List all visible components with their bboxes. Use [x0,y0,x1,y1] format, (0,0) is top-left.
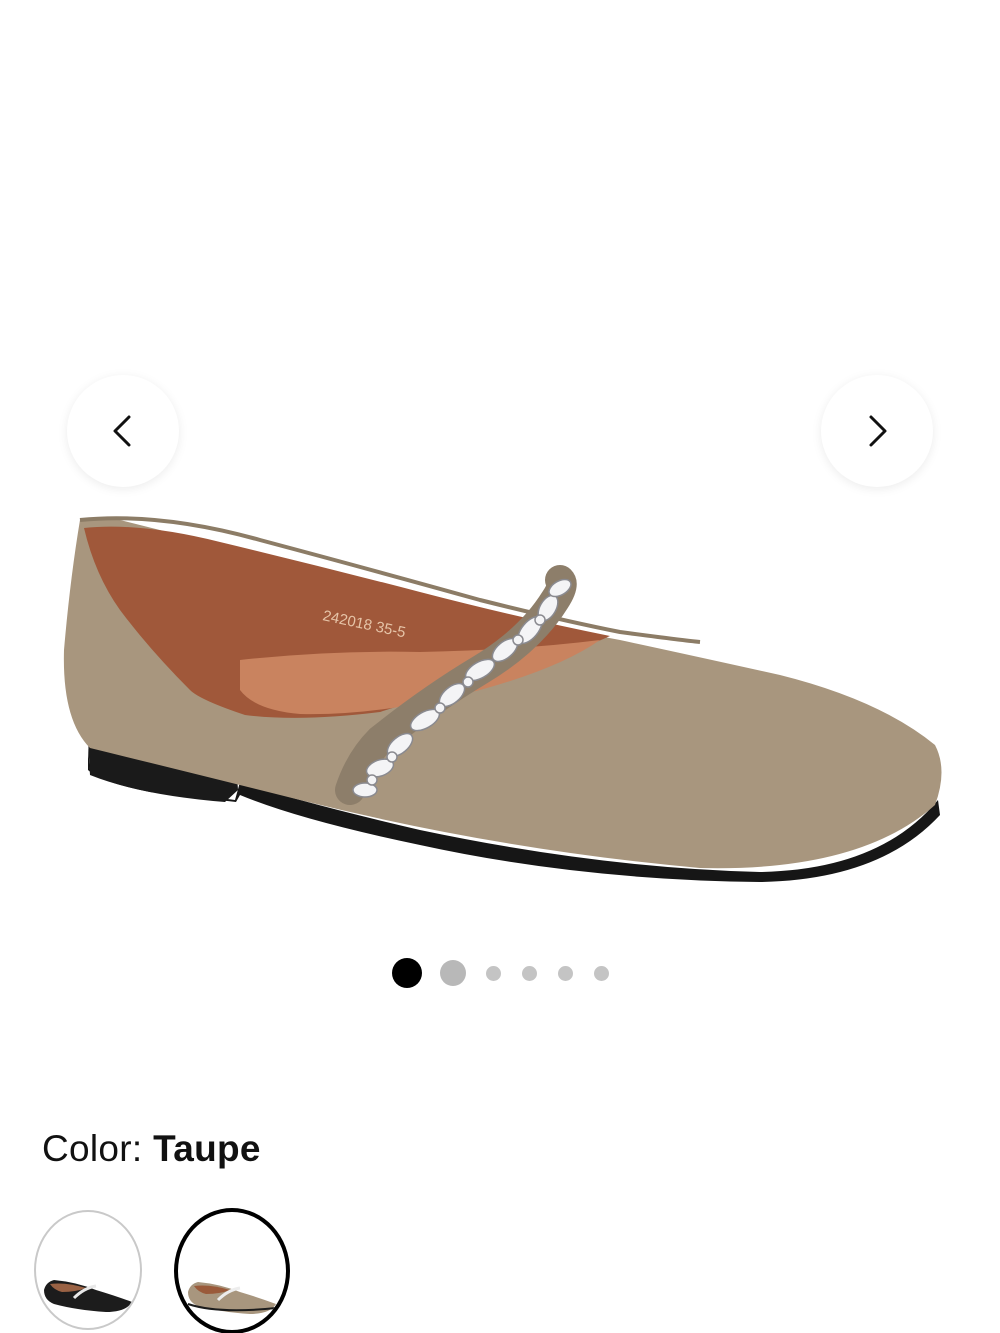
taupe-shoe-thumbnail [187,1282,277,1314]
product-image: 242018 35-5 [63,516,942,882]
carousel-pagination [0,958,1000,988]
chevron-left-icon [113,415,131,447]
carousel-dot-1[interactable] [391,958,422,988]
color-selection-label: Color: Taupe [42,1128,261,1170]
previous-image-button[interactable] [67,375,179,487]
carousel-dot-5[interactable] [557,965,573,981]
carousel-dot-3[interactable] [485,965,501,981]
swatch-black[interactable] [34,1210,142,1330]
carousel-dot-6[interactable] [593,965,609,981]
carousel-dot-2[interactable] [439,960,466,986]
product-page: 242018 35-5 Color: Taupe [0,0,1000,1333]
chevron-right-icon [869,415,887,447]
color-label: Color: [42,1128,143,1169]
swatch-taupe[interactable] [174,1208,290,1333]
color-value: Taupe [153,1128,261,1169]
next-image-button[interactable] [821,375,933,487]
black-shoe-thumbnail [44,1280,132,1312]
carousel-dot-4[interactable] [521,965,537,981]
image-gallery[interactable]: 242018 35-5 [0,0,1000,1020]
color-swatches [34,1208,334,1333]
